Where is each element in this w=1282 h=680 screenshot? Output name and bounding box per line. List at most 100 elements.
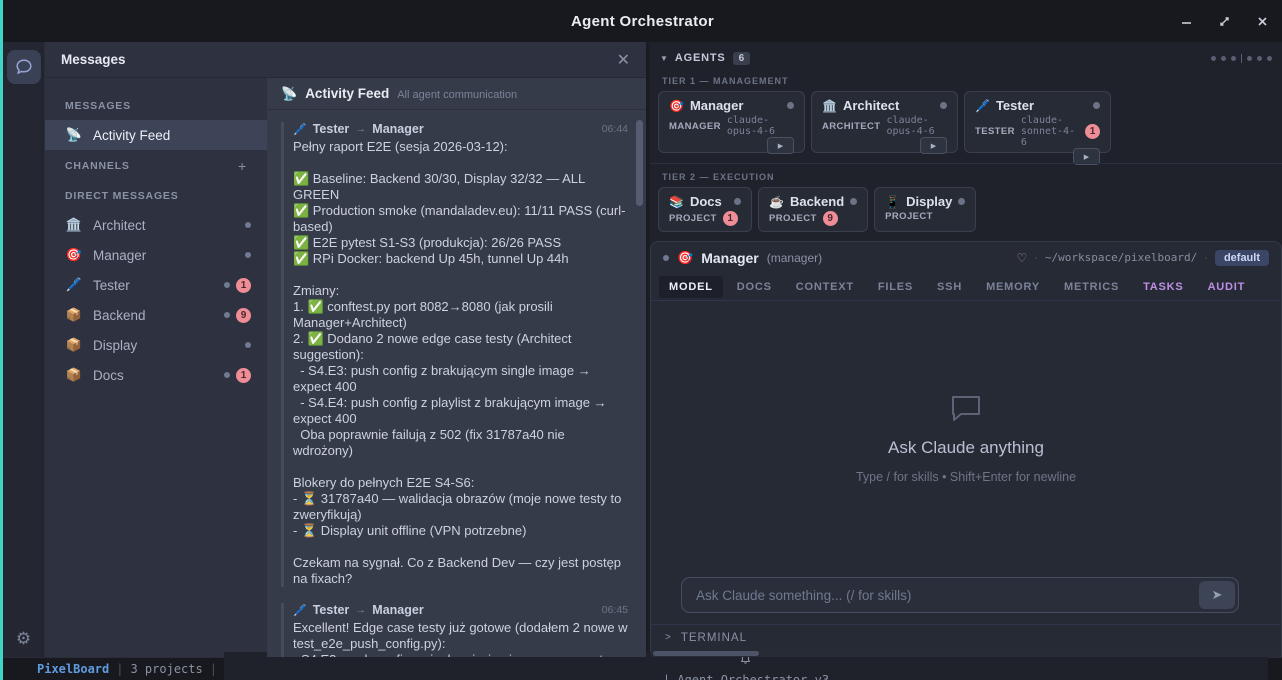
agent-badge: 1 bbox=[723, 211, 738, 226]
dm-name: Tester bbox=[93, 278, 130, 293]
agent-name: Architect bbox=[843, 98, 899, 113]
sender-icon: 🖊️ bbox=[293, 604, 307, 617]
agent-card[interactable]: 📚 Docs PROJECT 1 bbox=[658, 187, 752, 232]
agent-icon: 📱 bbox=[885, 195, 900, 209]
agent-card[interactable]: 🖊️ Tester TESTER claude-sonnet-4-6 1 ▶ bbox=[964, 91, 1111, 153]
detail-tab[interactable]: MODEL bbox=[659, 276, 723, 298]
agent-icon: 📦 bbox=[65, 307, 83, 323]
unread-badge: 1 bbox=[236, 368, 251, 383]
agent-model: claude-sonnet-4-6 bbox=[1021, 115, 1079, 148]
detail-tab[interactable]: FILES bbox=[868, 276, 923, 298]
scrollbar-thumb[interactable] bbox=[653, 651, 759, 656]
detail-tab[interactable]: MEMORY bbox=[976, 276, 1050, 298]
app-window: Agent Orchestrator ⚙ Me bbox=[0, 0, 1282, 680]
dm-list: 🏛️ Architect 🎯 Manager bbox=[45, 210, 267, 390]
agent-name: Manager bbox=[690, 98, 743, 113]
title-bar: Agent Orchestrator bbox=[3, 0, 1282, 42]
agent-role: TESTER bbox=[975, 126, 1015, 137]
add-channel-button[interactable]: + bbox=[238, 158, 247, 174]
arrow-icon: → bbox=[355, 604, 366, 616]
sidebar-item-dm[interactable]: 🏛️ Architect bbox=[45, 210, 267, 240]
dm-name: Display bbox=[93, 338, 137, 353]
play-button[interactable]: ▶ bbox=[920, 137, 947, 154]
feed-subtitle: All agent communication bbox=[397, 89, 517, 101]
left-rail: ⚙ bbox=[3, 42, 45, 657]
agent-card[interactable]: 📱 Display PROJECT bbox=[874, 187, 976, 232]
feed-scrollbar[interactable] bbox=[636, 120, 643, 206]
dm-name: Backend bbox=[93, 308, 146, 323]
feed-message-list[interactable]: 🖊️ Tester → Manager 06:44 Pełny raport E… bbox=[267, 110, 646, 657]
sidebar-item-dm[interactable]: 🖊️ Tester 1 bbox=[45, 270, 267, 300]
messages-sidebar: MESSAGES 📡 Activity Feed CHANNELS + DIRE… bbox=[45, 78, 267, 657]
agent-icon: 📦 bbox=[65, 337, 83, 353]
detail-agent-name: Manager bbox=[701, 250, 759, 266]
version-label: | Agent Orchestrator v3 bbox=[663, 673, 829, 680]
session-badge[interactable]: default bbox=[1215, 250, 1269, 266]
tier1-label: TIER 1 — MANAGEMENT bbox=[650, 68, 1282, 91]
status-dot bbox=[224, 282, 230, 288]
collapse-caret-icon[interactable]: ▼ bbox=[660, 54, 668, 63]
agent-icon: 🏛️ bbox=[65, 217, 83, 233]
detail-tab[interactable]: CONTEXT bbox=[786, 276, 864, 298]
panel-control-dots[interactable] bbox=[1211, 54, 1272, 63]
chevron-right-icon: > bbox=[665, 632, 672, 643]
feed-title: Activity Feed bbox=[305, 86, 389, 101]
chat-rail-button[interactable] bbox=[7, 50, 41, 84]
status-dot bbox=[663, 255, 669, 261]
sidebar-item-dm[interactable]: 📦 Display bbox=[45, 330, 267, 360]
status-dot bbox=[224, 312, 230, 318]
detail-agent-role: (manager) bbox=[767, 251, 822, 265]
minimize-button[interactable] bbox=[1178, 13, 1194, 29]
status-dot bbox=[734, 198, 741, 205]
unread-badge: 1 bbox=[236, 278, 251, 293]
heart-icon[interactable]: ♡ bbox=[1017, 251, 1028, 265]
app-name: PixelBoard bbox=[37, 662, 109, 676]
sidebar-item-activity-feed[interactable]: 📡 Activity Feed bbox=[45, 120, 267, 150]
play-button[interactable]: ▶ bbox=[767, 137, 794, 154]
message-body: Pełny raport E2E (sesja 2026-03-12): ✅ B… bbox=[293, 139, 628, 587]
agents-header[interactable]: ▼ AGENTS 6 bbox=[650, 42, 1282, 68]
maximize-button[interactable] bbox=[1216, 13, 1232, 29]
detail-tabs: MODEL DOCS CONTEXT FILES SSH MEMORY METR… bbox=[651, 273, 1281, 301]
message-timestamp: 06:44 bbox=[602, 123, 628, 135]
agent-card[interactable]: ☕ Backend PROJECT 9 bbox=[758, 187, 868, 232]
terminal-toggle[interactable]: > TERMINAL bbox=[651, 624, 1281, 650]
agent-icon: 📦 bbox=[65, 367, 83, 383]
close-icon[interactable]: ✕ bbox=[617, 50, 630, 70]
detail-tab[interactable]: METRICS bbox=[1054, 276, 1129, 298]
agent-card[interactable]: 🏛️ Architect ARCHITECT claude-opus-4-6 ▶ bbox=[811, 91, 958, 153]
agent-icon: 🖊️ bbox=[975, 99, 990, 113]
detail-tab[interactable]: TASKS bbox=[1133, 276, 1193, 298]
horizontal-scrollbar[interactable] bbox=[651, 650, 1281, 657]
detail-tab[interactable]: AUDIT bbox=[1198, 276, 1256, 298]
agent-card[interactable]: 🎯 Manager MANAGER claude-opus-4-6 ▶ bbox=[658, 91, 805, 153]
tier2-label: TIER 2 — EXECUTION bbox=[650, 164, 1282, 187]
message-sender: Tester bbox=[313, 122, 350, 136]
agent-name: Docs bbox=[690, 194, 722, 209]
feed-message: 🖊️ Tester → Manager 06:44 Pełny raport E… bbox=[281, 122, 628, 587]
detail-tab[interactable]: SSH bbox=[927, 276, 972, 298]
prompt-input[interactable] bbox=[681, 577, 1239, 613]
unread-badge: 9 bbox=[236, 308, 251, 323]
sidebar-item-label: Activity Feed bbox=[93, 128, 170, 143]
gear-icon[interactable]: ⚙ bbox=[16, 630, 31, 647]
feed-message: 🖊️ Tester → Manager 06:45 Excellent! Edg… bbox=[281, 603, 628, 657]
agent-icon: ☕ bbox=[769, 195, 784, 209]
agent-icon: 📚 bbox=[669, 195, 684, 209]
agent-detail-panel: 🎯 Manager (manager) ♡ · ~/workspace/pixe… bbox=[650, 241, 1282, 657]
dm-section-label: DIRECT MESSAGES bbox=[45, 182, 267, 210]
agent-role: MANAGER bbox=[669, 121, 721, 132]
empty-state-title: Ask Claude anything bbox=[888, 438, 1044, 458]
window-controls bbox=[1178, 0, 1270, 42]
message-body: Excellent! Edge case testy już gotowe (d… bbox=[293, 620, 628, 657]
tier1-cards: 🎯 Manager MANAGER claude-opus-4-6 ▶ bbox=[650, 91, 1282, 153]
chat-empty-state: Ask Claude anything Type / for skills • … bbox=[651, 301, 1281, 577]
sidebar-item-dm[interactable]: 📦 Docs 1 bbox=[45, 360, 267, 390]
agent-badge: 9 bbox=[823, 211, 838, 226]
send-button[interactable]: ➤ bbox=[1199, 581, 1235, 609]
sidebar-item-dm[interactable]: 📦 Backend 9 bbox=[45, 300, 267, 330]
dm-name: Architect bbox=[93, 218, 146, 233]
detail-tab[interactable]: DOCS bbox=[727, 276, 782, 298]
close-icon[interactable] bbox=[1254, 13, 1270, 29]
sidebar-item-dm[interactable]: 🎯 Manager bbox=[45, 240, 267, 270]
